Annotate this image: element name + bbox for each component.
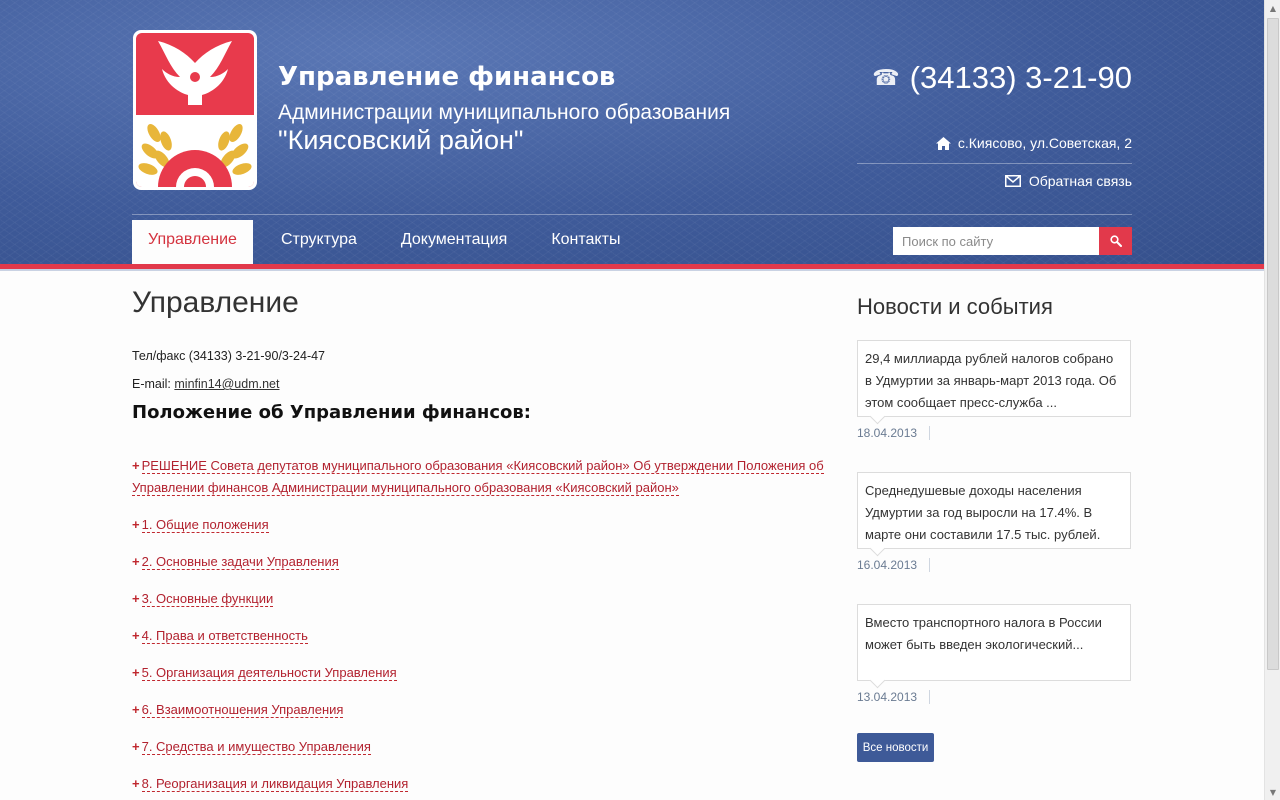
divider (929, 690, 930, 704)
news-card[interactable]: 29,4 миллиарда рублей налогов собрано в … (857, 340, 1131, 417)
document-link[interactable]: +2. Основные задачи Управления (132, 551, 832, 573)
search-input[interactable] (893, 227, 1099, 255)
news-card[interactable]: Вместо транспортного налога в России мож… (857, 604, 1131, 681)
divider (929, 558, 930, 572)
plus-icon: + (132, 554, 140, 569)
document-link-text: 5. Организация деятельности Управления (141, 665, 397, 681)
document-link-decision[interactable]: + РЕШЕНИЕ Совета депутатов муниципального… (132, 455, 832, 499)
document-link[interactable]: +5. Организация деятельности Управления (132, 662, 832, 684)
vertical-scrollbar[interactable]: ▲ ▼ (1264, 0, 1280, 800)
scroll-up-arrow-icon[interactable]: ▲ (1265, 0, 1280, 16)
plus-icon: + (132, 739, 140, 754)
page-title: Управление (132, 286, 299, 319)
plus-icon: + (132, 458, 140, 473)
divider (929, 426, 930, 440)
document-link-text: РЕШЕНИЕ Совета депутатов муниципального … (132, 458, 824, 496)
news-date: 18.04.2013 (857, 426, 918, 440)
document-link-text: 4. Права и ответственность (141, 628, 308, 644)
plus-icon: + (132, 517, 140, 532)
document-link-text: 8. Реорганизация и ликвидация Управления (141, 776, 409, 792)
home-icon (935, 136, 951, 150)
divider (132, 214, 1132, 215)
document-link[interactable]: +8. Реорганизация и ликвидация Управлени… (132, 773, 832, 795)
org-title: Управление финансов (278, 62, 616, 92)
document-link[interactable]: +4. Права и ответственность (132, 625, 832, 647)
search-icon (1109, 235, 1122, 247)
plus-icon: + (132, 776, 140, 791)
news-card[interactable]: Среднедушевые доходы населения Удмуртии … (857, 472, 1131, 549)
all-news-button[interactable]: Все новости (857, 733, 934, 762)
feedback-link[interactable]: Обратная связь (1004, 173, 1132, 189)
scroll-thumb[interactable] (1267, 18, 1279, 670)
document-link[interactable]: +6. Взаимоотношения Управления (132, 699, 832, 721)
plus-icon: + (132, 628, 140, 643)
contact-email: E-mail: minfin14@udm.net (132, 377, 279, 391)
coat-of-arms-logo[interactable] (133, 30, 257, 190)
document-link-text: 2. Основные задачи Управления (141, 554, 339, 570)
header-bottom-line (0, 269, 1264, 271)
header-address: с.Киясово, ул.Советская, 2 (935, 135, 1132, 151)
phone-icon: ☎ (872, 65, 900, 90)
org-subtitle-district: "Киясовский район" (278, 125, 524, 155)
address-text: с.Киясово, ул.Советская, 2 (957, 135, 1132, 151)
document-link-text: 7. Средства и имущество Управления (141, 739, 371, 755)
section-heading: Положение об Управлении финансов: (132, 402, 531, 423)
document-link[interactable]: +7. Средства и имущество Управления (132, 736, 832, 758)
plus-icon: + (132, 665, 140, 680)
email-link[interactable]: minfin14@udm.net (174, 377, 279, 391)
feedback-label: Обратная связь (1028, 173, 1132, 189)
org-subtitle: Администрации муниципального образования (278, 101, 731, 124)
header-phone: ☎ (34133) 3-21-90 (872, 60, 1132, 96)
news-date: 13.04.2013 (857, 690, 918, 704)
document-link[interactable]: +1. Общие положения (132, 514, 832, 536)
phone-number: (34133) 3-21-90 (909, 60, 1132, 95)
site-search (893, 227, 1132, 255)
plus-icon: + (132, 591, 140, 606)
divider (857, 163, 1132, 164)
scroll-down-arrow-icon[interactable]: ▼ (1265, 784, 1280, 800)
email-label: E-mail: (132, 377, 175, 391)
site-header: Управление финансов Администрации муници… (0, 0, 1264, 271)
document-link-text: 3. Основные функции (141, 591, 274, 607)
contact-phone-fax: Тел/факс (34133) 3-21-90/3-24-47 (132, 349, 326, 363)
document-link-text: 6. Взаимоотношения Управления (141, 702, 344, 718)
news-heading: Новости и события (857, 294, 1053, 319)
news-date: 16.04.2013 (857, 558, 918, 572)
nav-item-structure[interactable]: Структура (265, 220, 373, 264)
plus-icon: + (132, 702, 140, 717)
search-button[interactable] (1099, 227, 1132, 255)
envelope-icon (1004, 175, 1021, 187)
document-list: + РЕШЕНИЕ Совета депутатов муниципального… (132, 455, 832, 800)
nav-item-contacts[interactable]: Контакты (535, 220, 636, 264)
nav-item-documentation[interactable]: Документация (385, 220, 523, 264)
document-link-text: 1. Общие положения (141, 517, 269, 533)
coat-of-arms-icon (136, 41, 254, 187)
document-link[interactable]: +3. Основные функции (132, 588, 832, 610)
